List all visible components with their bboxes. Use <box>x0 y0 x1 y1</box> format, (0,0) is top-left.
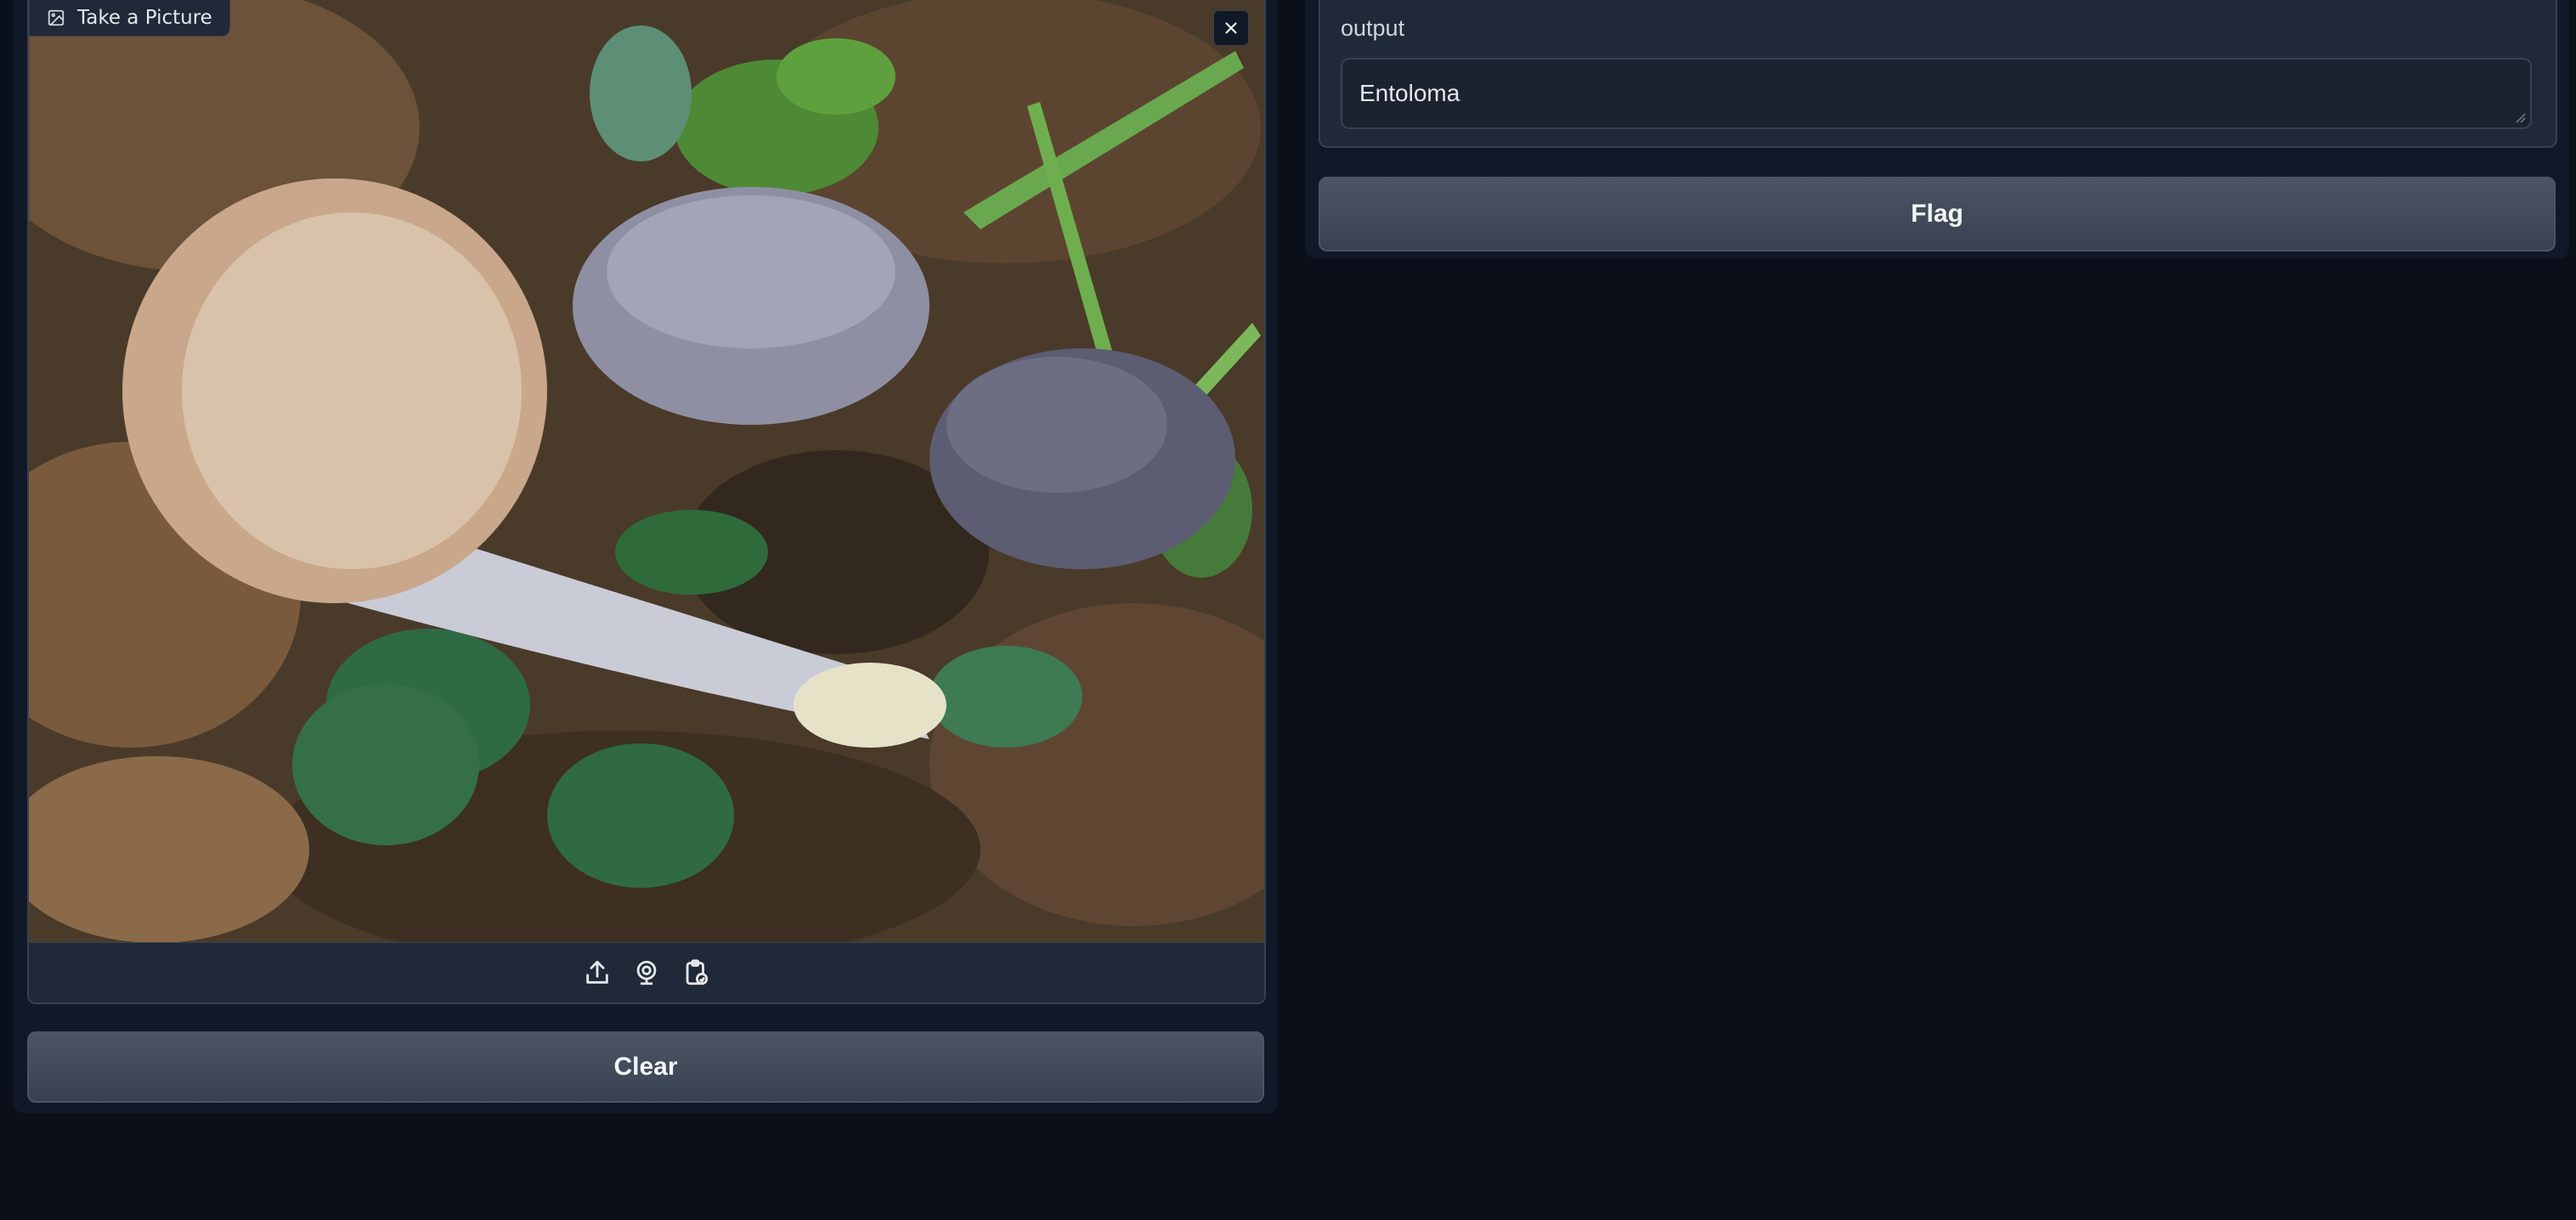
output-block: output Entoloma <box>1319 0 2557 148</box>
image-icon <box>48 9 65 26</box>
webcam-icon <box>636 960 657 986</box>
close-icon <box>1225 22 1237 34</box>
clear-button[interactable]: Clear <box>27 1031 1264 1103</box>
webcam-button[interactable] <box>631 957 662 988</box>
flag-button[interactable]: Flag <box>1319 177 2556 251</box>
paste-clipboard-button[interactable] <box>681 957 711 988</box>
image-label-text: Take a Picture <box>77 7 212 29</box>
clipboard-icon <box>686 959 709 986</box>
upload-button[interactable] <box>582 957 613 988</box>
image-input[interactable]: Take a Picture <box>27 0 1266 1004</box>
output-label: output <box>1341 15 1405 41</box>
image-source-toolbar <box>29 942 1264 1003</box>
upload-icon <box>586 960 608 984</box>
clear-image-button[interactable] <box>1213 10 1249 46</box>
mushroom-photo <box>29 0 1264 943</box>
output-value: Entoloma <box>1359 80 1460 106</box>
image-label: Take a Picture <box>29 0 230 37</box>
output-textbox[interactable]: Entoloma <box>1341 58 2532 129</box>
resize-handle-icon[interactable] <box>2511 109 2527 124</box>
